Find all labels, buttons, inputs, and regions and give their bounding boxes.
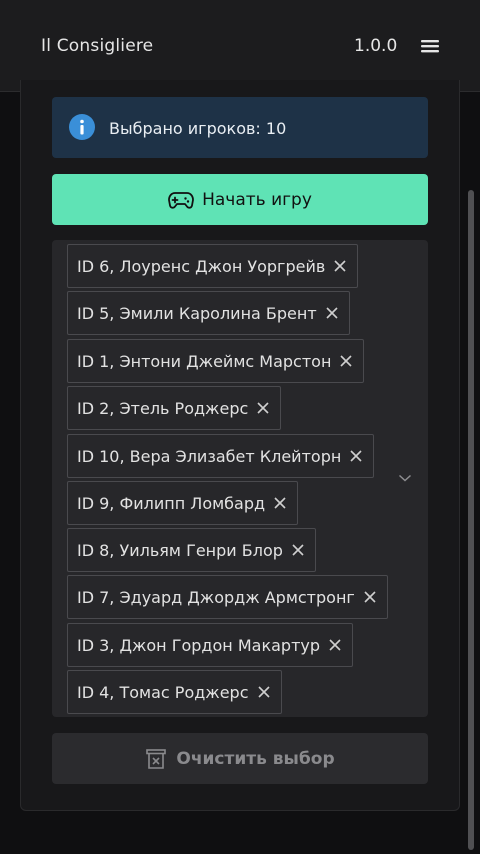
close-icon[interactable] [256, 401, 270, 415]
player-chip-label: ID 2, Этель Роджерс [77, 398, 249, 418]
hamburger-menu-icon[interactable] [420, 37, 440, 55]
player-chip[interactable]: ID 7, Эдуард Джордж Армстронг [67, 575, 388, 619]
clear-selection-label: Очистить выбор [176, 748, 335, 769]
close-icon[interactable] [291, 543, 305, 557]
close-icon[interactable] [273, 496, 287, 510]
trash-icon [146, 748, 167, 769]
player-chip[interactable]: ID 6, Лоуренс Джон Уоргрейв [67, 244, 359, 288]
close-icon[interactable] [257, 685, 271, 699]
gamepad-icon [168, 191, 194, 209]
player-chip-label: ID 8, Уильям Генри Блор [77, 540, 283, 560]
player-chip[interactable]: ID 9, Филипп Ломбард [67, 481, 299, 525]
start-game-label: Начать игру [202, 189, 312, 210]
start-game-button[interactable]: Начать игру [52, 174, 428, 225]
player-chip[interactable]: ID 5, Эмили Каролина Брент [67, 291, 350, 335]
player-chip[interactable]: ID 3, Джон Гордон Макартур [67, 623, 354, 667]
player-chip-label: ID 1, Энтони Джеймс Марстон [77, 351, 332, 371]
player-chip[interactable]: ID 4, Томас Роджерс [67, 670, 282, 714]
player-chip-label: ID 5, Эмили Каролина Брент [77, 303, 317, 323]
chevron-down-icon[interactable] [398, 473, 412, 483]
app-title: Il Consigliere [41, 36, 154, 56]
close-icon[interactable] [325, 306, 339, 320]
close-icon[interactable] [363, 590, 377, 604]
close-icon[interactable] [339, 354, 353, 368]
player-chip-label: ID 9, Филипп Ломбард [77, 493, 266, 513]
version-label: 1.0.0 [354, 36, 398, 56]
close-icon[interactable] [349, 449, 363, 463]
player-chip[interactable]: ID 8, Уильям Генри Блор [67, 528, 316, 572]
app-header: Il Consigliere 1.0.0 [0, 0, 480, 92]
selected-count-text: Выбрано игроков: 10 [109, 119, 287, 138]
scrollbar-thumb[interactable] [468, 190, 474, 850]
player-chip[interactable]: ID 2, Этель Роджерс [67, 386, 282, 430]
player-chip-label: ID 7, Эдуард Джордж Армстронг [77, 587, 355, 607]
clear-selection-button[interactable]: Очистить выбор [52, 733, 428, 784]
close-icon[interactable] [333, 259, 347, 273]
player-chip[interactable]: ID 1, Энтони Джеймс Марстон [67, 339, 365, 383]
player-chip-label: ID 6, Лоуренс Джон Уоргрейв [77, 256, 326, 276]
player-chip-label: ID 4, Томас Роджерс [77, 682, 249, 702]
close-icon[interactable] [328, 638, 342, 652]
player-chip-label: ID 10, Вера Элизабет Клейторн [77, 446, 342, 466]
info-icon [69, 114, 95, 140]
player-chip[interactable]: ID 10, Вера Элизабет Клейторн [67, 434, 375, 478]
player-chip-label: ID 3, Джон Гордон Макартур [77, 635, 321, 655]
